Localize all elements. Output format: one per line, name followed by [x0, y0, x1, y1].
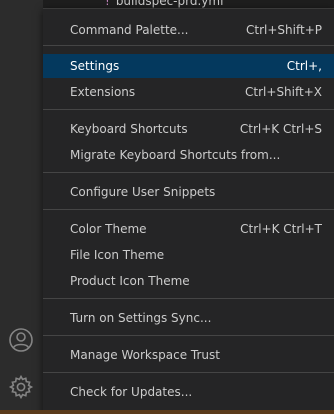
- menu-item-shortcut: Ctrl+Shift+X: [245, 85, 322, 99]
- editor-file-tab: ! buildspec-prd.yml: [105, 0, 223, 8]
- menu-item-settings-sync[interactable]: Turn on Settings Sync...: [43, 306, 334, 330]
- menu-item-check-updates[interactable]: Check for Updates...: [43, 380, 334, 404]
- menu-item-shortcut: Ctrl+,: [286, 59, 322, 73]
- vscode-window: ! buildspec-prd.yml Command Palette... C…: [0, 0, 334, 414]
- menu-separator: [43, 298, 334, 299]
- menu-item-label: Command Palette...: [70, 23, 189, 37]
- menu-separator: [43, 45, 334, 46]
- menu-item-settings[interactable]: Settings Ctrl+,: [43, 54, 334, 78]
- menu-item-command-palette[interactable]: Command Palette... Ctrl+Shift+P: [43, 18, 334, 42]
- menu-item-label: Migrate Keyboard Shortcuts from...: [70, 148, 281, 162]
- manage-context-menu: Command Palette... Ctrl+Shift+P Settings…: [43, 8, 334, 414]
- menu-item-label: Keyboard Shortcuts: [70, 122, 188, 136]
- activity-bar: [0, 0, 43, 414]
- menu-item-label: File Icon Theme: [70, 248, 165, 262]
- menu-item-file-icon-theme[interactable]: File Icon Theme: [43, 243, 334, 267]
- menu-item-user-snippets[interactable]: Configure User Snippets: [43, 180, 334, 204]
- menu-item-color-theme[interactable]: Color Theme Ctrl+K Ctrl+T: [43, 217, 334, 241]
- gear-icon[interactable]: [7, 373, 35, 401]
- editor-file-name: buildspec-prd.yml: [115, 0, 224, 8]
- menu-item-shortcut: Ctrl+K Ctrl+T: [240, 222, 322, 236]
- menu-item-label: Extensions: [70, 85, 136, 99]
- menu-separator: [43, 335, 334, 336]
- menu-item-label: Manage Workspace Trust: [70, 348, 220, 362]
- menu-separator: [43, 172, 334, 173]
- menu-item-label: Settings: [70, 59, 120, 73]
- menu-item-label: Check for Updates...: [70, 385, 193, 399]
- menu-item-keyboard-shortcuts[interactable]: Keyboard Shortcuts Ctrl+K Ctrl+S: [43, 117, 334, 141]
- menu-item-label: Product Icon Theme: [70, 274, 190, 288]
- menu-separator: [43, 109, 334, 110]
- menu-item-product-icon-theme[interactable]: Product Icon Theme: [43, 269, 334, 293]
- account-icon[interactable]: [7, 326, 35, 354]
- menu-separator: [43, 372, 334, 373]
- menu-separator: [43, 209, 334, 210]
- menu-item-workspace-trust[interactable]: Manage Workspace Trust: [43, 343, 334, 367]
- menu-item-label: Turn on Settings Sync...: [70, 311, 212, 325]
- yaml-file-icon: !: [105, 0, 110, 8]
- menu-item-shortcut: Ctrl+Shift+P: [246, 23, 322, 37]
- menu-item-label: Color Theme: [70, 222, 147, 236]
- menu-item-extensions[interactable]: Extensions Ctrl+Shift+X: [43, 80, 334, 104]
- status-bar-edge: [0, 410, 334, 414]
- menu-item-shortcut: Ctrl+K Ctrl+S: [239, 122, 322, 136]
- menu-item-label: Configure User Snippets: [70, 185, 216, 199]
- menu-item-migrate-shortcuts[interactable]: Migrate Keyboard Shortcuts from...: [43, 143, 334, 167]
